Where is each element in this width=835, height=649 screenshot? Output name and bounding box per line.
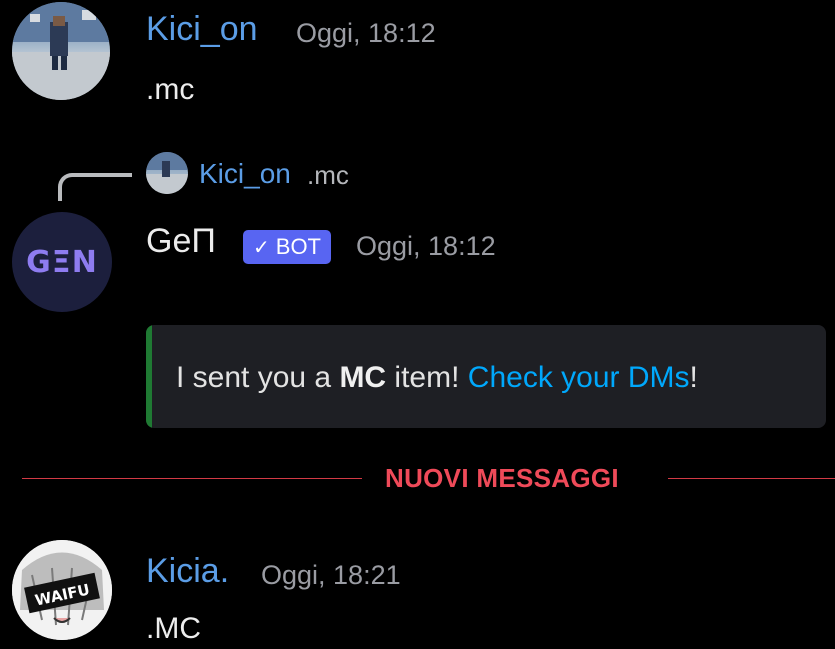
avatar[interactable]: WAIFU	[12, 540, 112, 640]
embed-description: I sent you a MC item! Check your DMs!	[176, 363, 698, 393]
timestamp: Oggi, 18:21	[261, 560, 401, 590]
embed-text-end: !	[689, 361, 698, 394]
timestamp: Oggi, 18:12	[356, 231, 496, 261]
reply-avatar[interactable]	[146, 152, 188, 194]
divider-line-right	[668, 478, 835, 479]
avatar[interactable]	[12, 2, 110, 100]
bot-avatar[interactable]: GΞN	[12, 212, 112, 312]
reply-text[interactable]: .mc	[307, 162, 349, 188]
message-text: .MC	[146, 612, 201, 645]
embed-text-start: I sent you a	[176, 361, 340, 394]
embed-accent-bar	[146, 325, 152, 428]
timestamp: Oggi, 18:12	[296, 18, 436, 48]
bot-badge: ✓ BOT	[243, 230, 331, 264]
embed-bold: MC	[339, 361, 387, 394]
embed: I sent you a MC item! Check your DMs!	[146, 325, 826, 428]
username[interactable]: Kici_on	[146, 12, 258, 46]
divider-line-left	[22, 478, 362, 479]
new-messages-divider: NUOVI MESSAGGI	[385, 463, 619, 493]
message-text: .mc	[146, 73, 195, 106]
bot-badge-label: BOT	[275, 234, 321, 259]
bot-username[interactable]: GeΠ	[146, 224, 216, 258]
bot-avatar-logo: GΞN	[26, 244, 98, 280]
reply-author[interactable]: Kici_on	[199, 160, 291, 188]
check-icon: ✓	[253, 236, 270, 259]
embed-link[interactable]: Check your DMs	[468, 361, 690, 394]
reply-connector	[58, 173, 132, 201]
username[interactable]: Kicia.	[146, 554, 229, 588]
embed-text-middle: item!	[386, 361, 468, 394]
